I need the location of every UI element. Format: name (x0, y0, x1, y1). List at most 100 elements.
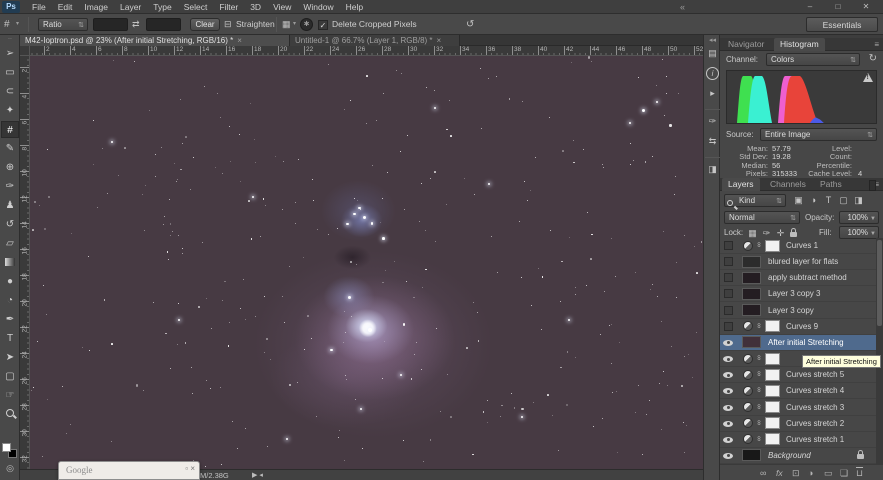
layer-mask-thumbnail[interactable] (765, 352, 780, 365)
layer-thumbnail[interactable] (742, 271, 761, 284)
link-layers-icon[interactable]: ∞ (760, 465, 766, 480)
layer-mask-thumbnail[interactable] (765, 433, 780, 446)
menu-edit[interactable]: Edit (52, 0, 79, 14)
delete-cropped-checkbox[interactable]: ✓ (318, 20, 328, 30)
move-tool[interactable]: ➢ (1, 45, 19, 62)
visibility-checkbox[interactable] (724, 241, 733, 250)
crop-tool[interactable]: # (1, 121, 19, 138)
crop-width-input[interactable] (93, 18, 128, 31)
menu-file[interactable]: File (26, 0, 52, 14)
layer-thumbnail[interactable] (742, 255, 761, 268)
layer-effects-icon[interactable]: fx (776, 465, 783, 480)
marquee-tool[interactable]: ▭ (1, 64, 19, 81)
tab-close-icon[interactable]: × (433, 36, 446, 45)
brush-tool[interactable]: ✑ (1, 178, 19, 195)
layer-mask-thumbnail[interactable] (765, 320, 780, 333)
menu-window[interactable]: Window (297, 0, 339, 14)
hand-tool[interactable]: ☞ (1, 387, 19, 404)
visibility-checkbox[interactable] (724, 257, 733, 267)
vertical-ruler[interactable]: 2 4 6 8 10 12 14 16 18 20 22 24 26 28 30 32 (20, 56, 30, 469)
tool-presets-icon[interactable]: ✑ (706, 115, 719, 128)
swap-dimensions-icon[interactable]: ⇄ (132, 14, 140, 35)
crop-height-input[interactable] (146, 18, 181, 31)
layer-thumbnail[interactable] (742, 287, 761, 300)
layer-name[interactable]: Curves 9 (786, 319, 818, 335)
healing-brush-tool[interactable]: ⊕ (1, 159, 19, 176)
crop-overlay-icon[interactable]: ▦ (282, 14, 291, 35)
menu-type[interactable]: Type (147, 0, 177, 14)
layer-mask-thumbnail[interactable] (765, 401, 780, 413)
filter-shape-layers-icon[interactable]: ▢ (837, 194, 850, 207)
mask-link-icon[interactable]: ∞ (755, 242, 762, 247)
layer-name[interactable]: After initial Stretching (768, 335, 844, 351)
workspace-switcher-button[interactable]: Essentials (806, 17, 878, 32)
mask-link-icon[interactable]: ∞ (755, 371, 762, 376)
menu-view[interactable]: View (267, 0, 297, 14)
filter-pixel-layers-icon[interactable]: ▣ (792, 194, 805, 207)
tab-paths[interactable]: Paths (814, 178, 848, 191)
canvas-image-m42-nebula[interactable] (30, 56, 703, 480)
tab-channels[interactable]: Channels (764, 178, 812, 191)
clear-button[interactable]: Clear (190, 18, 220, 31)
lasso-tool[interactable]: ⊂ (1, 83, 19, 100)
layer-row-curves-1[interactable]: ∞ Curves 1 (720, 238, 876, 254)
layer-thumbnail[interactable] (742, 449, 761, 462)
layer-mask-thumbnail[interactable] (765, 239, 780, 252)
mask-link-icon[interactable]: ∞ (755, 420, 762, 425)
new-adjustment-icon[interactable]: ◑ (808, 465, 813, 480)
refresh-histogram-icon[interactable]: ↻ (869, 53, 877, 64)
visibility-eye-icon[interactable] (723, 356, 733, 363)
layer-row-layer-3-copy[interactable]: Layer 3 copy (720, 303, 876, 319)
visibility-eye-icon[interactable] (723, 372, 733, 379)
opacity-value[interactable]: 100% ▼ (839, 211, 879, 224)
layer-mask-thumbnail[interactable] (765, 384, 780, 397)
layer-name[interactable]: apply subtract method (768, 270, 847, 286)
blur-tool[interactable]: ● (1, 273, 19, 290)
mask-link-icon[interactable]: ∞ (755, 323, 762, 328)
menu-image[interactable]: Image (78, 0, 114, 14)
blend-mode-select[interactable]: Normal ⇅ (724, 211, 800, 224)
minimize-button[interactable]: – (797, 1, 823, 13)
path-selection-tool[interactable]: ➤ (1, 349, 19, 366)
lock-all-icon[interactable] (790, 228, 797, 237)
panel-menu-icon[interactable]: ≡ (874, 38, 879, 51)
scrollbar-thumb[interactable] (877, 240, 882, 326)
status-bar-arrow-icon[interactable]: ▶ ◂ (252, 470, 263, 480)
layer-name[interactable]: Background (768, 448, 811, 464)
expand-dock-icon[interactable]: ◂◂ (704, 36, 721, 44)
visibility-eye-icon[interactable] (723, 339, 733, 346)
layer-row-apply-subtract-method[interactable]: apply subtract method (720, 270, 876, 287)
rectangle-tool[interactable]: ▢ (1, 368, 19, 385)
visibility-checkbox[interactable] (724, 289, 733, 299)
layer-name[interactable]: Layer 3 copy (768, 303, 814, 319)
foreground-color-swatch[interactable] (2, 443, 11, 452)
crop-options-gear-icon[interactable]: ✱ (300, 18, 313, 31)
menu-layer[interactable]: Layer (114, 0, 147, 14)
menu-help[interactable]: Help (340, 0, 369, 14)
document-tab-2[interactable]: Untitled-1 @ 66.7% (Layer 1, RGB/8) * × (290, 35, 460, 46)
new-group-icon[interactable]: ▭ (824, 465, 833, 480)
eraser-tool[interactable]: ▱ (1, 235, 19, 252)
visibility-checkbox[interactable] (724, 273, 733, 283)
visibility-checkbox[interactable] (724, 305, 733, 315)
cached-data-warning-icon[interactable] (863, 73, 873, 82)
straighten-label[interactable]: Straighten (236, 14, 275, 35)
layer-thumbnail[interactable] (742, 336, 761, 349)
layer-row-curves-9[interactable]: ∞ Curves 9 (720, 319, 876, 335)
mask-link-icon[interactable]: ∞ (755, 355, 762, 360)
menu-select[interactable]: Select (178, 0, 214, 14)
delete-layer-icon[interactable]: ⊔ (856, 465, 863, 480)
clone-stamp-tool[interactable]: ♟ (1, 197, 19, 214)
mask-link-icon[interactable]: ∞ (755, 404, 762, 409)
layer-row-layer-3-copy-3[interactable]: Layer 3 copy 3 (720, 286, 876, 303)
quick-selection-tool[interactable]: ✦ (1, 102, 19, 119)
history-brush-tool[interactable]: ↺ (1, 216, 19, 233)
tab-navigator[interactable]: Navigator (722, 38, 770, 51)
toolbar-header[interactable]: .. (0, 34, 20, 43)
visibility-eye-icon[interactable] (723, 452, 733, 459)
close-button[interactable]: ✕ (853, 1, 879, 13)
menu-3d[interactable]: 3D (244, 0, 267, 14)
eyedropper-tool[interactable]: ✎ (1, 140, 19, 157)
layer-row-curves-stretch-2[interactable]: ∞ Curves stretch 2 (720, 416, 876, 432)
new-layer-icon[interactable]: ❏ (840, 465, 848, 480)
